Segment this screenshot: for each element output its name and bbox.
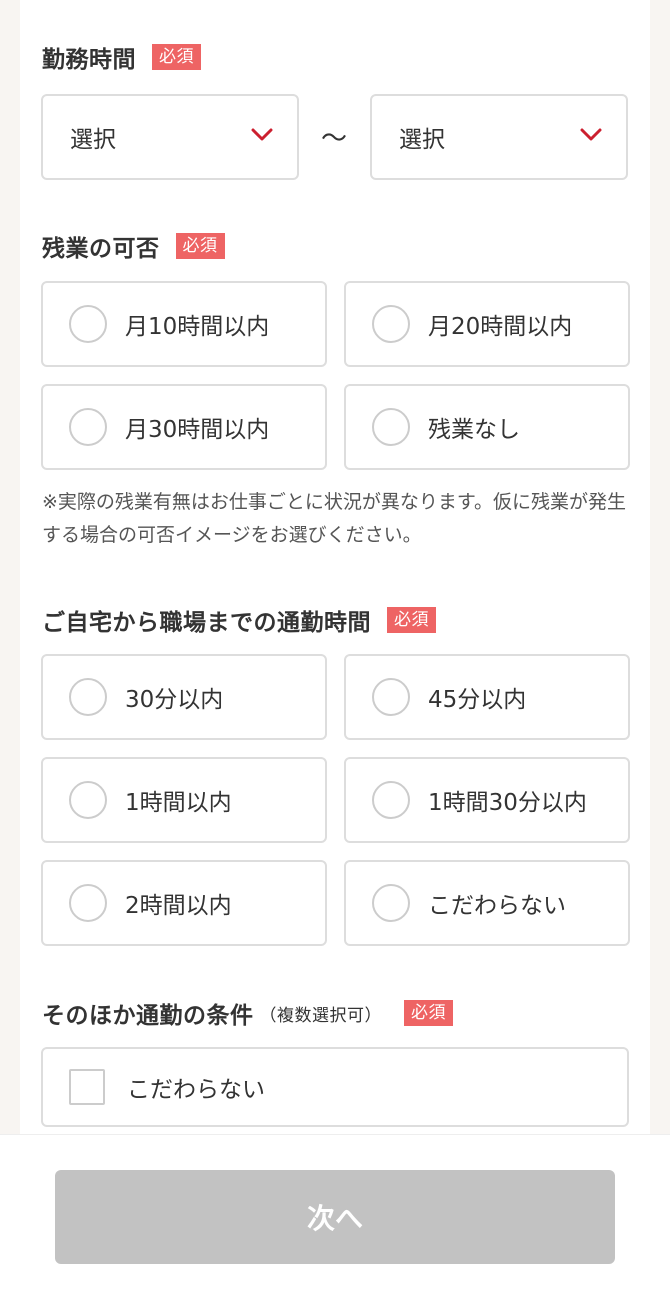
- commute-time-option[interactable]: 2時間以内: [41, 860, 327, 946]
- work-hours-heading: 勤務時間 必須: [42, 40, 201, 74]
- commute-time-option[interactable]: 1時間30分以内: [344, 757, 630, 843]
- work-hours-start-value: 選択: [70, 127, 116, 153]
- work-hours-end-select[interactable]: 選択: [370, 94, 628, 180]
- commute-condition-option[interactable]: こだわらない: [41, 1047, 629, 1127]
- overtime-option[interactable]: 残業なし: [344, 384, 630, 470]
- commute-conditions-heading: そのほか通勤の条件 （複数選択可） 必須: [42, 996, 453, 1030]
- radio-button[interactable]: [372, 408, 410, 446]
- next-button[interactable]: 次へ: [55, 1170, 615, 1264]
- overtime-option[interactable]: 月30時間以内: [41, 384, 327, 470]
- option-label: 月20時間以内: [428, 314, 573, 340]
- option-label: 月30時間以内: [125, 417, 270, 443]
- overtime-title: 残業の可否: [42, 236, 160, 262]
- work-hours-end-value: 選択: [399, 127, 445, 153]
- checkbox[interactable]: [69, 1069, 105, 1105]
- overtime-option[interactable]: 月20時間以内: [344, 281, 630, 367]
- overtime-note: ※実際の残業有無はお仕事ごとに状況が異なります。仮に残業が発生する場合の可否イメ…: [42, 491, 627, 546]
- required-badge: 必須: [175, 233, 225, 259]
- radio-button[interactable]: [69, 408, 107, 446]
- footer-bar: 次へ: [0, 1134, 670, 1294]
- commute-time-heading: ご自宅から職場までの通勤時間 必須: [42, 603, 436, 637]
- commute-time-option[interactable]: こだわらない: [344, 860, 630, 946]
- commute-conditions-subtitle: （複数選択可）: [259, 1005, 382, 1026]
- overtime-heading: 残業の可否 必須: [42, 229, 225, 263]
- radio-button[interactable]: [372, 781, 410, 819]
- radio-button[interactable]: [372, 305, 410, 343]
- option-label: 1時間以内: [125, 790, 232, 816]
- required-badge: 必須: [152, 44, 201, 70]
- commute-conditions-title: そのほか通勤の条件: [42, 1003, 254, 1029]
- form-page: 勤務時間 必須 選択 〜 選択 残業の可否 必須 月10時間以内 月20時間以内…: [20, 0, 650, 1294]
- radio-button[interactable]: [372, 678, 410, 716]
- commute-time-option[interactable]: 30分以内: [41, 654, 327, 740]
- radio-button[interactable]: [69, 678, 107, 716]
- range-separator: 〜: [320, 124, 347, 154]
- option-label: 月10時間以内: [125, 314, 270, 340]
- radio-button[interactable]: [69, 884, 107, 922]
- overtime-option[interactable]: 月10時間以内: [41, 281, 327, 367]
- option-label: 2時間以内: [125, 893, 232, 919]
- option-label: 45分以内: [428, 687, 527, 713]
- commute-time-option[interactable]: 45分以内: [344, 654, 630, 740]
- chevron-down-icon: [580, 128, 602, 141]
- option-label: こだわらない: [127, 1077, 265, 1103]
- work-hours-title: 勤務時間: [42, 47, 136, 73]
- work-hours-start-select[interactable]: 選択: [41, 94, 299, 180]
- commute-time-option[interactable]: 1時間以内: [41, 757, 327, 843]
- option-label: こだわらない: [428, 893, 566, 919]
- required-badge: 必須: [404, 1000, 453, 1026]
- option-label: 30分以内: [125, 687, 224, 713]
- radio-button[interactable]: [372, 884, 410, 922]
- radio-button[interactable]: [69, 305, 107, 343]
- radio-button[interactable]: [69, 781, 107, 819]
- required-badge: 必須: [387, 607, 436, 633]
- commute-time-title: ご自宅から職場までの通勤時間: [42, 610, 371, 636]
- option-label: 1時間30分以内: [428, 790, 587, 816]
- option-label: 残業なし: [428, 417, 520, 443]
- chevron-down-icon: [251, 128, 273, 141]
